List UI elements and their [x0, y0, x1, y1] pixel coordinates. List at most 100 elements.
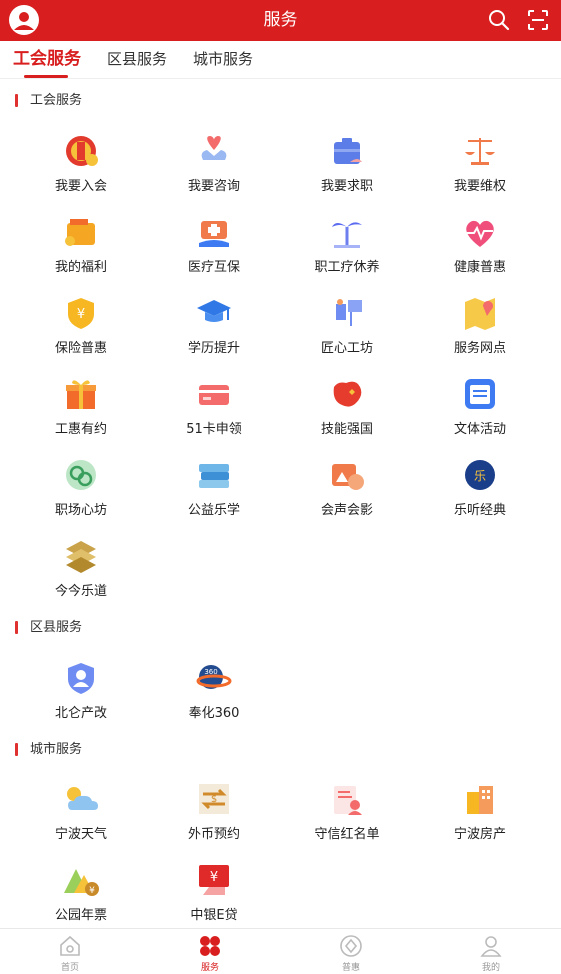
nav-label: 服务 — [200, 963, 219, 973]
weather-icon — [62, 780, 100, 818]
diamond-icon — [339, 934, 363, 958]
service-tile[interactable]: 技能强国 — [292, 375, 402, 449]
service-tile[interactable]: 我要咨询 — [159, 132, 269, 206]
service-label: 学历提升 — [187, 341, 240, 356]
tab-city-services[interactable]: 城市服务 — [193, 41, 253, 79]
service-label: 公园年票 — [54, 908, 107, 923]
service-tile[interactable]: 公益乐学 — [159, 456, 269, 530]
profile-icon — [479, 934, 503, 958]
service-label: 服务网点 — [453, 341, 506, 356]
section-marker — [15, 743, 18, 756]
service-label: 中银E贷 — [190, 908, 238, 923]
service-tile[interactable]: 学历提升 — [159, 294, 269, 368]
service-tile[interactable]: 服务网点 — [425, 294, 535, 368]
service-tile[interactable]: 匠心工坊 — [292, 294, 402, 368]
service-tile[interactable]: 职场心坊 — [26, 456, 136, 530]
service-tile[interactable]: ¥ 中银E贷 — [159, 861, 269, 935]
service-tile[interactable]: 北仑产改 — [26, 659, 136, 733]
service-label: 外币预约 — [187, 827, 240, 842]
service-tile[interactable]: 职工疗休养 — [292, 213, 402, 287]
service-label: 守信红名单 — [314, 827, 380, 842]
medical-kit-icon — [195, 213, 233, 251]
graduation-cap-icon — [195, 294, 233, 332]
service-tile[interactable]: 我要入会 — [26, 132, 136, 206]
union-emblem-icon — [62, 132, 100, 170]
tab-district-services[interactable]: 区县服务 — [107, 41, 167, 79]
category-tabs: 工会服务 区县服务 城市服务 — [0, 41, 561, 79]
service-tile[interactable]: 宁波天气 — [26, 780, 136, 854]
service-label: 会声会影 — [320, 503, 373, 518]
section-header-city: 城市服务 — [0, 740, 561, 760]
nav-benefits[interactable]: 普惠 — [311, 929, 391, 974]
service-label: 北仑产改 — [54, 706, 107, 721]
service-label: 职工疗休养 — [314, 260, 380, 275]
service-tile[interactable]: 360 奉化360 — [159, 659, 269, 733]
palm-tree-icon — [328, 213, 366, 251]
section-title: 区县服务 — [30, 620, 83, 635]
service-label: 我要入会 — [54, 179, 107, 194]
svg-text:¥: ¥ — [210, 870, 218, 885]
home-icon — [58, 934, 82, 958]
scan-icon[interactable] — [527, 9, 549, 31]
service-label: 保险普惠 — [54, 341, 107, 356]
service-label: 公益乐学 — [187, 503, 240, 518]
active-tab-indicator — [24, 75, 68, 78]
books-icon — [195, 456, 233, 494]
audio-icon: 乐 — [461, 456, 499, 494]
page-title: 服务 — [263, 10, 298, 30]
building-icon — [461, 780, 499, 818]
service-tile[interactable]: 医疗互保 — [159, 213, 269, 287]
shield-user-icon — [62, 659, 100, 697]
nav-home[interactable]: 首页 — [30, 929, 110, 974]
service-label: 乐听经典 — [453, 503, 506, 518]
service-label: 51卡申领 — [186, 422, 242, 437]
section-title: 城市服务 — [30, 742, 83, 757]
service-label: 今今乐道 — [54, 584, 107, 599]
section-marker — [15, 94, 18, 107]
media-icon — [328, 456, 366, 494]
service-label: 我要维权 — [453, 179, 506, 194]
service-tile[interactable]: 51卡申领 — [159, 375, 269, 449]
svg-text:$: $ — [211, 794, 217, 805]
service-tile[interactable]: 守信红名单 — [292, 780, 402, 854]
service-tile[interactable]: 我的福利 — [26, 213, 136, 287]
globe-360-icon: 360 — [195, 659, 233, 697]
service-tile[interactable]: 我要维权 — [425, 132, 535, 206]
service-tile[interactable]: ¥ 公园年票 — [26, 861, 136, 935]
nav-label: 首页 — [60, 963, 79, 973]
service-label: 职场心坊 — [54, 503, 107, 518]
service-label: 宁波房产 — [453, 827, 506, 842]
briefcase-icon — [328, 132, 366, 170]
service-tile[interactable]: 文体活动 — [425, 375, 535, 449]
service-tile[interactable]: $ 外币预约 — [159, 780, 269, 854]
service-tile[interactable]: 健康普惠 — [425, 213, 535, 287]
section-header-union: 工会服务 — [0, 91, 561, 111]
nav-label: 普惠 — [341, 963, 360, 973]
service-label: 文体活动 — [453, 422, 506, 437]
section-title: 工会服务 — [30, 93, 83, 108]
workshop-icon — [328, 294, 366, 332]
service-label: 技能强国 — [320, 422, 373, 437]
service-tile[interactable]: 工惠有约 — [26, 375, 136, 449]
loan-icon: ¥ — [195, 861, 233, 899]
top-app-bar: 服务 — [0, 0, 561, 41]
service-tile[interactable]: 我要求职 — [292, 132, 402, 206]
search-icon[interactable] — [488, 9, 510, 31]
currency-exchange-icon: $ — [195, 780, 233, 818]
service-tile[interactable]: 会声会影 — [292, 456, 402, 530]
park-ticket-icon: ¥ — [62, 861, 100, 899]
nav-profile[interactable]: 我的 — [451, 929, 531, 974]
service-label: 匠心工坊 — [320, 341, 373, 356]
nav-service[interactable]: 服务 — [170, 929, 250, 974]
service-tile[interactable]: 今今乐道 — [26, 537, 136, 611]
service-tile[interactable]: 乐乐听经典 — [425, 456, 535, 530]
service-label: 我的福利 — [54, 260, 107, 275]
service-label: 我要求职 — [320, 179, 373, 194]
service-tile[interactable]: 宁波房产 — [425, 780, 535, 854]
service-label: 医疗互保 — [187, 260, 240, 275]
tab-union-services[interactable]: 工会服务 — [13, 41, 81, 79]
heart-pulse-icon — [461, 213, 499, 251]
card-icon — [195, 375, 233, 413]
service-tile[interactable]: ¥ 保险普惠 — [26, 294, 136, 368]
redlist-icon — [328, 780, 366, 818]
